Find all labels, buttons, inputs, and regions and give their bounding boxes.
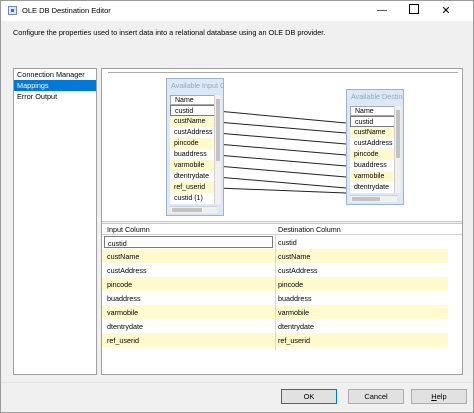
destination-table-hscrollbar[interactable] — [350, 195, 397, 202]
mapping-line-buaddress — [216, 154, 347, 167]
input-table-title: Available Input Columns — [171, 81, 223, 90]
input-row-buaddress[interactable]: buaddress — [170, 149, 217, 160]
input-row-pincode[interactable]: pincode — [170, 138, 217, 149]
destination-row-pincode[interactable]: pincode — [350, 149, 397, 160]
nav-item-connection-manager[interactable]: Connection Manager — [14, 69, 96, 80]
mapping-line-pincode — [216, 143, 347, 156]
destination-row-dtentrydate[interactable]: dtentrydate — [350, 182, 397, 193]
input-column-cell[interactable]: custAddress — [107, 266, 147, 275]
destination-column-cell[interactable]: dtentrydate — [278, 322, 314, 331]
input-column-editor[interactable]: custid — [104, 236, 273, 248]
destination-column-header[interactable]: Destination Column — [278, 225, 341, 234]
input-row-dtentrydate[interactable]: dtentrydate — [170, 171, 217, 182]
ole-db-destination-editor-window: OLE DB Destination Editor — ✕ Configure … — [0, 0, 474, 413]
destination-table-title: Available Destination Columns — [351, 92, 403, 101]
available-destination-columns-table: Available Destination Columns Name custi… — [346, 89, 404, 205]
destination-column-cell[interactable]: custAddress — [278, 266, 318, 275]
ok-button[interactable]: OK — [281, 389, 337, 404]
grid-column-divider — [275, 235, 276, 351]
app-icon — [8, 6, 17, 15]
page-navigation-list: Connection Manager Mappings Error Output — [13, 68, 97, 375]
input-row-custaddress[interactable]: custAddress — [170, 127, 217, 138]
nav-item-mappings[interactable]: Mappings — [14, 80, 96, 91]
destination-table-header: Name — [350, 106, 397, 116]
destination-row-varmobile[interactable]: varmobile — [350, 171, 397, 182]
input-column-cell[interactable]: dtentrydate — [107, 322, 143, 331]
input-table-scrollbar[interactable] — [214, 95, 221, 204]
help-button[interactable]: Help — [411, 389, 467, 404]
destination-row-custname[interactable]: custName — [350, 127, 397, 138]
input-column-cell[interactable]: custName — [107, 252, 139, 261]
destination-column-cell[interactable]: ref_userid — [278, 336, 310, 345]
destination-column-cell[interactable]: pincode — [278, 280, 303, 289]
destination-column-cell[interactable]: varmobile — [278, 308, 309, 317]
nav-item-error-output[interactable]: Error Output — [14, 91, 96, 102]
destination-table-scrollbar[interactable] — [394, 106, 401, 193]
mappings-panel: Available Input Columns Name custid cust… — [101, 68, 463, 375]
close-icon[interactable]: ✕ — [431, 1, 461, 21]
input-row-ref-userid[interactable]: ref_userid — [170, 182, 217, 193]
cancel-button[interactable]: Cancel — [348, 389, 404, 404]
window-title: OLE DB Destination Editor — [22, 6, 111, 15]
input-column-header[interactable]: Input Column — [107, 225, 150, 234]
input-column-cell[interactable]: pincode — [107, 280, 132, 289]
minimize-icon[interactable]: — — [367, 1, 397, 21]
destination-row-custid[interactable]: custid — [350, 116, 397, 127]
input-column-cell[interactable]: varmobile — [107, 308, 138, 317]
mapping-line-custid — [216, 110, 347, 124]
mapping-line-varmobile — [216, 165, 347, 178]
input-table-hscrollbar[interactable] — [170, 206, 217, 213]
mapping-lines — [216, 110, 347, 194]
maximize-icon[interactable] — [399, 1, 429, 21]
mapping-line-custAddress — [216, 132, 347, 145]
input-column-cell[interactable]: ref_userid — [107, 336, 139, 345]
mapping-line-dtentrydate — [216, 176, 347, 189]
destination-row-buaddress[interactable]: buaddress — [350, 160, 397, 171]
mapping-line-ref-userid — [216, 187, 347, 194]
destination-column-cell[interactable]: custid — [278, 238, 297, 247]
input-row-varmobile[interactable]: varmobile — [170, 160, 217, 171]
input-row-custid-1[interactable]: custid (1) — [170, 193, 217, 204]
footer-divider — [1, 382, 473, 383]
column-mapping-grid: Input Column Destination Column custid c… — [102, 224, 462, 374]
help-label-rest: elp — [436, 392, 447, 401]
input-row-custname[interactable]: custName — [170, 116, 217, 127]
input-table-header: Name — [170, 95, 217, 105]
dialog-description: Configure the properties used to insert … — [13, 28, 326, 37]
input-column-cell[interactable]: buaddress — [107, 294, 141, 303]
input-column-value: custid — [108, 239, 127, 248]
mapping-line-custName — [216, 121, 347, 134]
grid-header: Input Column Destination Column — [102, 224, 462, 235]
destination-column-cell[interactable]: custName — [278, 252, 310, 261]
destination-row-custaddress[interactable]: custAddress — [350, 138, 397, 149]
title-bar: OLE DB Destination Editor — ✕ — [1, 1, 473, 21]
available-input-columns-table: Available Input Columns Name custid cust… — [166, 78, 224, 216]
input-row-custid[interactable]: custid — [170, 105, 217, 116]
mapping-diagram: Available Input Columns Name custid cust… — [102, 69, 462, 221]
destination-column-cell[interactable]: buaddress — [278, 294, 312, 303]
